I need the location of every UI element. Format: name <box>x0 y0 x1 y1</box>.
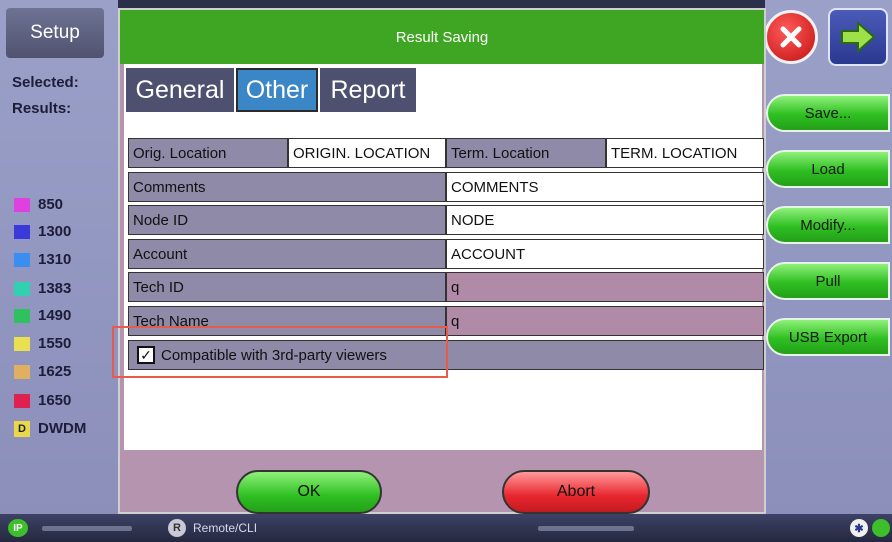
dialog-title: Result Saving <box>120 10 764 64</box>
wavelength-1383[interactable]: 1383 <box>14 280 71 297</box>
swatch-850 <box>14 197 30 212</box>
swatch-1300 <box>14 224 30 239</box>
node-id-label: Node ID <box>128 205 446 235</box>
arrow-right-icon <box>841 20 876 54</box>
node-id-row: Node ID NODE <box>128 205 764 235</box>
comments-label: Comments <box>128 172 446 202</box>
swatch-1383 <box>14 281 30 296</box>
setup-button[interactable]: Setup <box>6 8 104 58</box>
location-row: Orig. Location ORIGIN. LOCATION Term. Lo… <box>128 138 764 168</box>
wavelength-1625[interactable]: 1625 <box>14 363 71 380</box>
usb-export-button[interactable]: USB Export <box>766 318 890 356</box>
term-location-label: Term. Location <box>446 138 606 168</box>
swatch-1650 <box>14 393 30 408</box>
swatch-1490 <box>14 308 30 323</box>
account-label: Account <box>128 239 446 269</box>
close-button[interactable] <box>764 10 818 64</box>
tech-id-label: Tech ID <box>128 272 446 302</box>
ip-address-blurred <box>42 526 132 531</box>
wavelength-dwdm[interactable]: D DWDM <box>14 420 86 437</box>
wavelength-1300[interactable]: 1300 <box>14 223 71 240</box>
remote-icon: R <box>168 519 186 537</box>
highlight-box <box>112 326 448 378</box>
account-field[interactable]: ACCOUNT <box>446 239 764 269</box>
results-label: Results: <box>12 100 72 117</box>
load-button[interactable]: Load <box>766 150 890 188</box>
wavelength-1550[interactable]: 1550 <box>14 335 71 352</box>
next-button[interactable] <box>828 8 888 66</box>
status-bar: IP R Remote/CLI ✱ <box>0 514 892 542</box>
dwdm-badge: D <box>14 420 30 437</box>
left-panel: Setup Selected: Results: 850 1300 1310 1… <box>0 0 118 514</box>
comments-row: Comments COMMENTS <box>128 172 764 202</box>
result-saving-dialog: Result Saving General Other Report Orig.… <box>118 8 766 514</box>
wavelength-1310[interactable]: 1310 <box>14 251 71 268</box>
swatch-1550 <box>14 336 30 351</box>
modify-button[interactable]: Modify... <box>766 206 890 244</box>
remote-label: Remote/CLI <box>193 521 258 535</box>
wavelength-1650[interactable]: 1650 <box>14 392 71 409</box>
tab-other[interactable]: Other <box>236 68 318 112</box>
swatch-1625 <box>14 364 30 379</box>
save-button[interactable]: Save... <box>766 94 890 132</box>
tech-id-field[interactable]: q <box>446 272 764 302</box>
orig-location-field[interactable]: ORIGIN. LOCATION <box>288 138 446 168</box>
ip-icon: IP <box>8 519 28 537</box>
ok-button[interactable]: OK <box>236 470 382 514</box>
comments-field[interactable]: COMMENTS <box>446 172 764 202</box>
status-indicator-icon <box>872 519 890 537</box>
right-panel <box>765 0 892 514</box>
datetime-blurred <box>538 526 634 531</box>
account-row: Account ACCOUNT <box>128 239 764 269</box>
pull-button[interactable]: Pull <box>766 262 890 300</box>
node-id-field[interactable]: NODE <box>446 205 764 235</box>
wavelength-1490[interactable]: 1490 <box>14 307 71 324</box>
dialog-body: General Other Report Orig. Location ORIG… <box>124 64 764 450</box>
tab-report[interactable]: Report <box>320 68 416 112</box>
abort-button[interactable]: Abort <box>502 470 650 514</box>
close-icon <box>780 26 802 48</box>
orig-location-label: Orig. Location <box>128 138 288 168</box>
tech-name-field[interactable]: q <box>446 306 764 336</box>
term-location-field[interactable]: TERM. LOCATION <box>606 138 764 168</box>
swatch-1310 <box>14 252 30 267</box>
selected-label: Selected: <box>12 74 79 91</box>
bluetooth-icon: ✱ <box>850 519 868 537</box>
wavelength-850[interactable]: 850 <box>14 196 63 213</box>
tab-general[interactable]: General <box>126 68 234 112</box>
tech-id-row: Tech ID q <box>128 272 764 302</box>
